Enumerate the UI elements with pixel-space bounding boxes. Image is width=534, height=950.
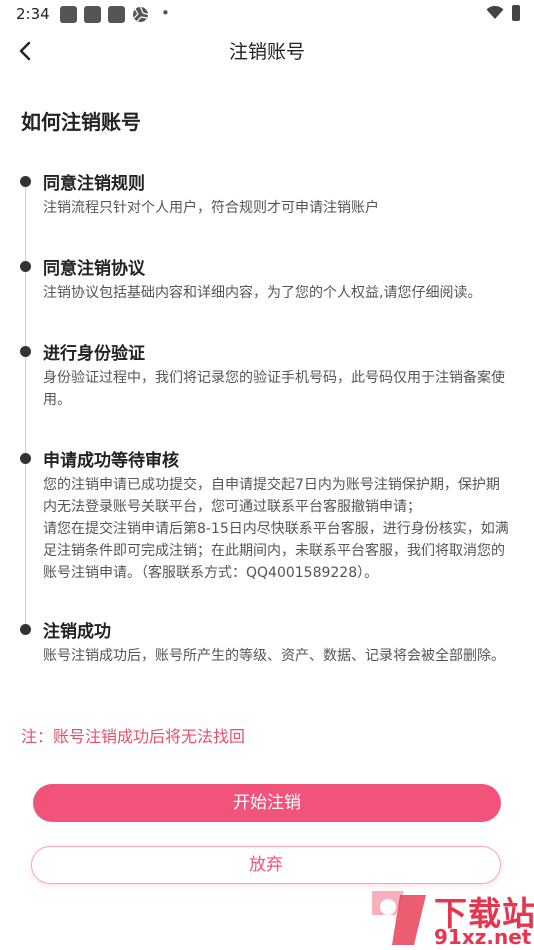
battery-icon: [512, 5, 520, 21]
timeline-dot: [20, 624, 31, 635]
start-cancellation-button[interactable]: 开始注销: [33, 784, 501, 822]
timeline-dot: [20, 176, 31, 187]
watermark-url: 91xz.net: [434, 925, 532, 949]
step-desc: 身份验证过程中，我们将记录您的验证手机号码，此号码仅用于注销备案使用。: [43, 370, 505, 408]
step-desc: 账号注销成功后，账号所产生的等级、资产、数据、记录将会被全部删除。: [43, 648, 505, 664]
site-watermark: 下载站 91xz.net: [364, 885, 534, 950]
step-title: 同意注销协议: [43, 259, 145, 279]
step-title: 申请成功等待审核: [43, 451, 179, 471]
status-more-dot: •: [161, 4, 170, 22]
site-logo-icon: [372, 891, 426, 945]
step-title: 注销成功: [43, 622, 111, 642]
notification-icon: [84, 6, 101, 23]
nav-bar: 注销账号: [0, 28, 534, 74]
timeline-dot: [20, 346, 31, 357]
step-title: 同意注销规则: [43, 174, 145, 194]
warning-note: 注：账号注销成功后将无法找回: [21, 727, 246, 746]
timeline-line: [25, 178, 26, 628]
aperture-icon: [133, 6, 149, 22]
timeline-dot: [20, 261, 31, 272]
step-desc: 您的注销申请已成功提交，自申请提交起7日内为账号注销保护期，保护期内无法登录账号…: [43, 477, 509, 581]
page-title: 注销账号: [228, 41, 305, 63]
step-desc: 注销协议包括基础内容和详细内容，为了您的个人权益,请您仔细阅读。: [43, 285, 482, 301]
wifi-icon: [486, 6, 504, 19]
timeline-dot: [20, 453, 31, 464]
notification-icon: [108, 6, 125, 23]
status-bar: 2:34 •: [0, 0, 534, 28]
status-time: 2:34: [16, 5, 50, 23]
notification-icon: [60, 6, 77, 23]
section-heading: 如何注销账号: [21, 110, 141, 134]
step-desc: 注销流程只针对个人用户，符合规则才可申请注销账户: [43, 200, 379, 216]
step-title: 进行身份验证: [43, 344, 145, 364]
give-up-button[interactable]: 放弃: [31, 846, 501, 884]
